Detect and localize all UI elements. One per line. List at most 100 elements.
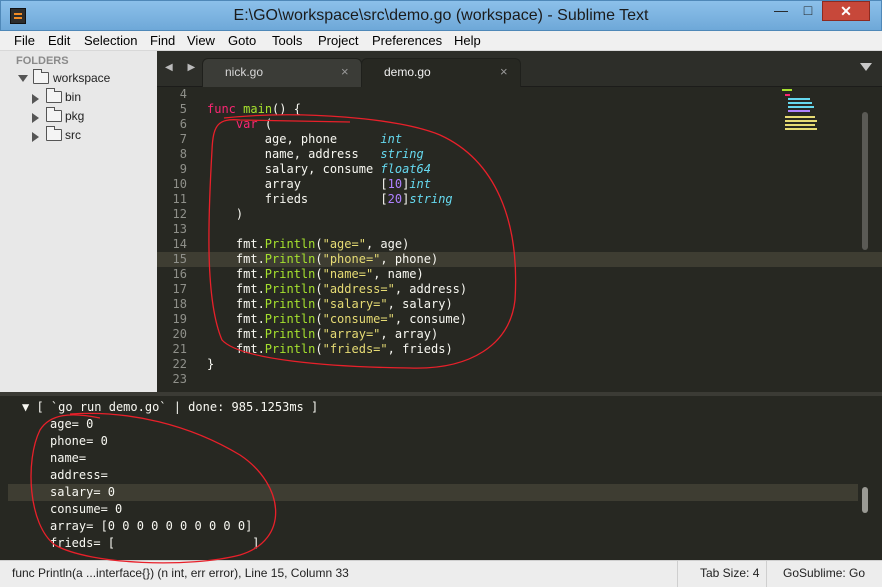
folder-icon xyxy=(46,107,62,122)
output-line: address= xyxy=(50,468,108,482)
code-line[interactable]: fmt.Println("age=", age) xyxy=(207,237,409,252)
output-line: frieds= [ ] xyxy=(50,536,260,550)
line-number: 19 xyxy=(172,312,187,326)
code-line[interactable]: fmt.Println("consume=", consume) xyxy=(207,312,467,327)
menu-tools[interactable]: Tools xyxy=(272,33,302,48)
line-number: 9 xyxy=(179,162,187,176)
line-number: 21 xyxy=(172,342,187,356)
collapse-arrow-icon[interactable] xyxy=(32,113,39,123)
folder-icon xyxy=(46,126,62,141)
tab-dropdown-icon[interactable] xyxy=(860,63,872,71)
line-number: 16 xyxy=(172,267,187,281)
line-number: 15 xyxy=(172,252,187,266)
output-line: name= xyxy=(50,451,87,465)
tree-item-src[interactable]: src xyxy=(32,126,152,146)
code-line[interactable]: array [10]int xyxy=(207,177,431,192)
tab-size-label: Tab Size: 4 xyxy=(700,566,760,580)
menu-goto[interactable]: Goto xyxy=(228,33,256,48)
tab-close-icon[interactable]: × xyxy=(500,64,508,79)
close-button[interactable]: ✕ xyxy=(822,1,870,21)
line-number: 11 xyxy=(172,192,187,206)
status-message: func Println(a ...interface{}) (n int, e… xyxy=(12,566,349,580)
line-number: 22 xyxy=(172,357,187,371)
line-number: 5 xyxy=(179,102,187,116)
menu-bar: File Edit Selection Find View Goto Tools… xyxy=(0,31,882,51)
line-number: 6 xyxy=(179,117,187,131)
maximize-button[interactable]: □ xyxy=(795,1,821,21)
output-header: ▼ [ `go run demo.go` | done: 985.1253ms … xyxy=(22,399,318,416)
line-number: 10 xyxy=(172,177,187,191)
tree-item-label: pkg xyxy=(65,109,85,123)
collapse-arrow-icon[interactable] xyxy=(32,94,39,104)
folders-header: FOLDERS xyxy=(16,55,69,67)
line-number: 18 xyxy=(172,297,187,311)
line-number: 8 xyxy=(179,147,187,161)
code-line[interactable]: fmt.Println("frieds=", frieds) xyxy=(207,342,453,357)
menu-edit[interactable]: Edit xyxy=(48,33,70,48)
tree-item-label: bin xyxy=(65,90,82,104)
editor-scrollbar[interactable] xyxy=(862,112,868,250)
line-number: 17 xyxy=(172,282,187,296)
tab-nick-go[interactable]: nick.go × xyxy=(202,58,362,87)
code-line[interactable]: salary, consume float64 xyxy=(207,162,431,177)
syntax-label: GoSublime: Go xyxy=(783,566,866,580)
tab-label: nick.go xyxy=(225,65,264,79)
menu-find[interactable]: Find xyxy=(150,33,175,48)
menu-help[interactable]: Help xyxy=(454,33,481,48)
window-title: E:\GO\workspace\src\demo.go (workspace) … xyxy=(233,7,649,24)
output-line-highlight xyxy=(8,484,858,501)
output-line: consume= 0 xyxy=(50,502,123,516)
tab-size-selector[interactable]: Tab Size: 4 xyxy=(677,561,766,587)
output-line: salary= 0 xyxy=(50,485,116,499)
tab-close-icon[interactable]: × xyxy=(341,64,349,79)
syntax-selector[interactable]: GoSublime: Go xyxy=(766,561,882,587)
collapse-arrow-icon[interactable] xyxy=(32,132,39,142)
menu-selection[interactable]: Selection xyxy=(84,33,137,48)
expand-arrow-icon[interactable] xyxy=(18,75,28,82)
output-line: array= [0 0 0 0 0 0 0 0 0 0] xyxy=(50,519,253,533)
code-line[interactable]: fmt.Println("phone=", phone) xyxy=(207,252,438,267)
tab-nav-arrows-icon[interactable]: ◀ ▶ xyxy=(165,62,201,73)
code-line[interactable]: age, phone int xyxy=(207,132,402,147)
tree-item-workspace[interactable]: workspace xyxy=(18,69,153,89)
menu-view[interactable]: View xyxy=(187,33,215,48)
line-number: 13 xyxy=(172,222,187,236)
menu-file[interactable]: File xyxy=(14,33,35,48)
code-line[interactable]: frieds [20]string xyxy=(207,192,453,207)
code-line[interactable]: fmt.Println("name=", name) xyxy=(207,267,424,282)
folder-icon xyxy=(46,88,62,103)
minimize-button[interactable]: — xyxy=(768,1,794,21)
menu-project[interactable]: Project xyxy=(318,33,358,48)
code-line[interactable]: fmt.Println("array=", array) xyxy=(207,327,438,342)
line-number: 23 xyxy=(172,372,187,386)
code-editor[interactable]: 4 5 6 7 8 9 10 11 12 13 14 15 16 17 18 19 20 21 22 23 func … xyxy=(157,87,882,392)
line-number: 12 xyxy=(172,207,187,221)
line-number: 7 xyxy=(179,132,187,146)
line-number: 4 xyxy=(179,87,187,101)
code-line[interactable]: } xyxy=(207,357,214,372)
folder-open-icon xyxy=(33,69,49,84)
minimap[interactable] xyxy=(780,89,820,131)
output-scrollbar[interactable] xyxy=(862,487,868,513)
tree-item-bin[interactable]: bin xyxy=(32,88,152,108)
output-header-text: [ `go run demo.go` | done: 985.1253ms ] xyxy=(36,400,319,414)
tree-item-pkg[interactable]: pkg xyxy=(32,107,152,127)
tab-bar: ◀ ▶ nick.go × demo.go × xyxy=(157,51,882,87)
code-line[interactable]: name, address string xyxy=(207,147,424,162)
tree-item-label: src xyxy=(65,128,81,142)
code-line[interactable]: var ( xyxy=(207,117,272,132)
code-line[interactable]: fmt.Println("salary=", salary) xyxy=(207,297,453,312)
status-bar: func Println(a ...interface{}) (n int, e… xyxy=(0,560,882,587)
tab-label: demo.go xyxy=(384,65,431,79)
code-area[interactable]: func main() { var ( age, phone int name,… xyxy=(207,87,767,392)
menu-preferences[interactable]: Preferences xyxy=(372,33,442,48)
tab-demo-go[interactable]: demo.go × xyxy=(361,58,521,87)
output-line: age= 0 xyxy=(50,417,94,431)
build-output-panel[interactable]: ▼ [ `go run demo.go` | done: 985.1253ms … xyxy=(0,392,882,560)
output-line: phone= 0 xyxy=(50,434,108,448)
code-line[interactable]: fmt.Println("address=", address) xyxy=(207,282,467,297)
code-line[interactable]: func main() { xyxy=(207,102,301,117)
code-line[interactable]: ) xyxy=(207,207,243,222)
collapse-arrow-icon[interactable]: ▼ xyxy=(22,400,29,414)
sidebar: FOLDERS workspace bin pkg src xyxy=(0,51,157,392)
